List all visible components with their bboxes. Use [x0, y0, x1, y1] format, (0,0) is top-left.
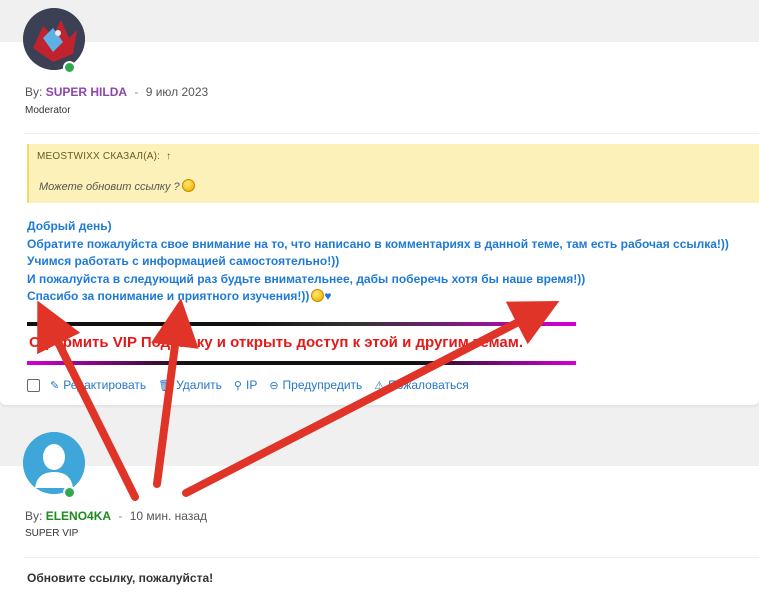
- edit-icon: ✎: [50, 379, 60, 392]
- message-line: Учимся работать с информацией самостояте…: [27, 254, 340, 268]
- wink-smiley-icon: [311, 289, 325, 302]
- edit-button[interactable]: ✎ Редактировать: [50, 378, 146, 392]
- quote-text: Можете обновит ссылку ?: [39, 179, 195, 193]
- warn-button[interactable]: ⊖ Предупредить: [269, 378, 362, 392]
- post-message: Добрый день) Обратите пожалуйста свое вн…: [27, 218, 729, 306]
- vip-banner[interactable]: Оформить VIP Подписку и открыть доступ к…: [27, 322, 576, 365]
- post1-meta: By: SUPER HILDA - 9 июл 2023: [25, 85, 208, 99]
- banner-bottom-line: [27, 361, 576, 365]
- message-line: Спасибо за понимание и приятного изучени…: [27, 288, 729, 306]
- by-label: By:: [25, 85, 43, 99]
- online-status-icon: [63, 61, 76, 74]
- username-link[interactable]: SUPER HILDA: [46, 85, 127, 99]
- post-date[interactable]: 10 мин. назад: [130, 509, 207, 523]
- warning-triangle-icon: ⚠: [374, 379, 385, 392]
- user-role: Moderator: [25, 105, 71, 116]
- quote-text-content: Можете обновит ссылку ?: [39, 181, 180, 193]
- message-line-text: Спасибо за понимание и приятного изучени…: [27, 289, 310, 303]
- heart-icon: ♥: [324, 289, 332, 303]
- by-label: By:: [25, 509, 43, 523]
- smiley-icon: [181, 179, 195, 192]
- quote-author-text: MEOSTWIXX СКАЗАЛ(А):: [37, 151, 161, 162]
- select-post-checkbox[interactable]: [27, 378, 40, 392]
- post-date[interactable]: 9 июл 2023: [146, 85, 208, 99]
- ip-button[interactable]: ⚲ IP: [234, 378, 257, 392]
- message-line: Добрый день): [27, 219, 112, 233]
- quote-author[interactable]: MEOSTWIXX СКАЗАЛ(А): ↑: [37, 151, 171, 162]
- delete-button[interactable]: 🗑 Удалить: [158, 378, 222, 392]
- default-user-silhouette-icon: [23, 432, 85, 494]
- warn-label: Предупредить: [282, 378, 363, 392]
- edit-label: Редактировать: [63, 378, 147, 392]
- post-actions: ✎ Редактировать 🗑 Удалить ⚲ IP ⊖ Предупредит…: [27, 378, 481, 392]
- trash-icon: 🗑: [158, 379, 173, 392]
- user-ip-icon: ⚲: [233, 379, 242, 392]
- message-line: И пожалуйста в следующий раз будьте вним…: [27, 271, 586, 286]
- meta-separator: -: [134, 85, 139, 99]
- user-role: SUPER VIP: [25, 528, 79, 539]
- report-button[interactable]: ⚠ Пожаловаться: [374, 378, 468, 392]
- vip-banner-text[interactable]: Оформить VIP Подписку и открыть доступ к…: [29, 334, 523, 351]
- message-line: Обратите пожалуйста свое внимание на то,…: [27, 236, 729, 251]
- ip-label: IP: [245, 378, 258, 392]
- avatar-super-hilda[interactable]: [23, 8, 85, 70]
- divider: [25, 557, 759, 558]
- post2-meta: By: ELENO4KA - 10 мин. назад: [25, 509, 207, 523]
- meta-separator: -: [118, 509, 123, 523]
- post-message: Обновите ссылку, пожалуйста!: [27, 571, 214, 585]
- delete-label: Удалить: [176, 378, 222, 392]
- divider: [25, 133, 759, 134]
- quote-block: MEOSTWIXX СКАЗАЛ(А): ↑ Можете обновит сс…: [27, 144, 759, 203]
- quote-jump-icon[interactable]: ↑: [166, 151, 171, 162]
- dragon-avatar-image: [23, 8, 85, 70]
- online-status-icon: [63, 486, 76, 499]
- banner-top-line: [27, 322, 576, 326]
- warn-circle-icon: ⊖: [269, 379, 279, 392]
- avatar-eleno4ka[interactable]: [23, 432, 85, 494]
- username-link[interactable]: ELENO4KA: [46, 509, 111, 523]
- report-label: Пожаловаться: [388, 378, 469, 392]
